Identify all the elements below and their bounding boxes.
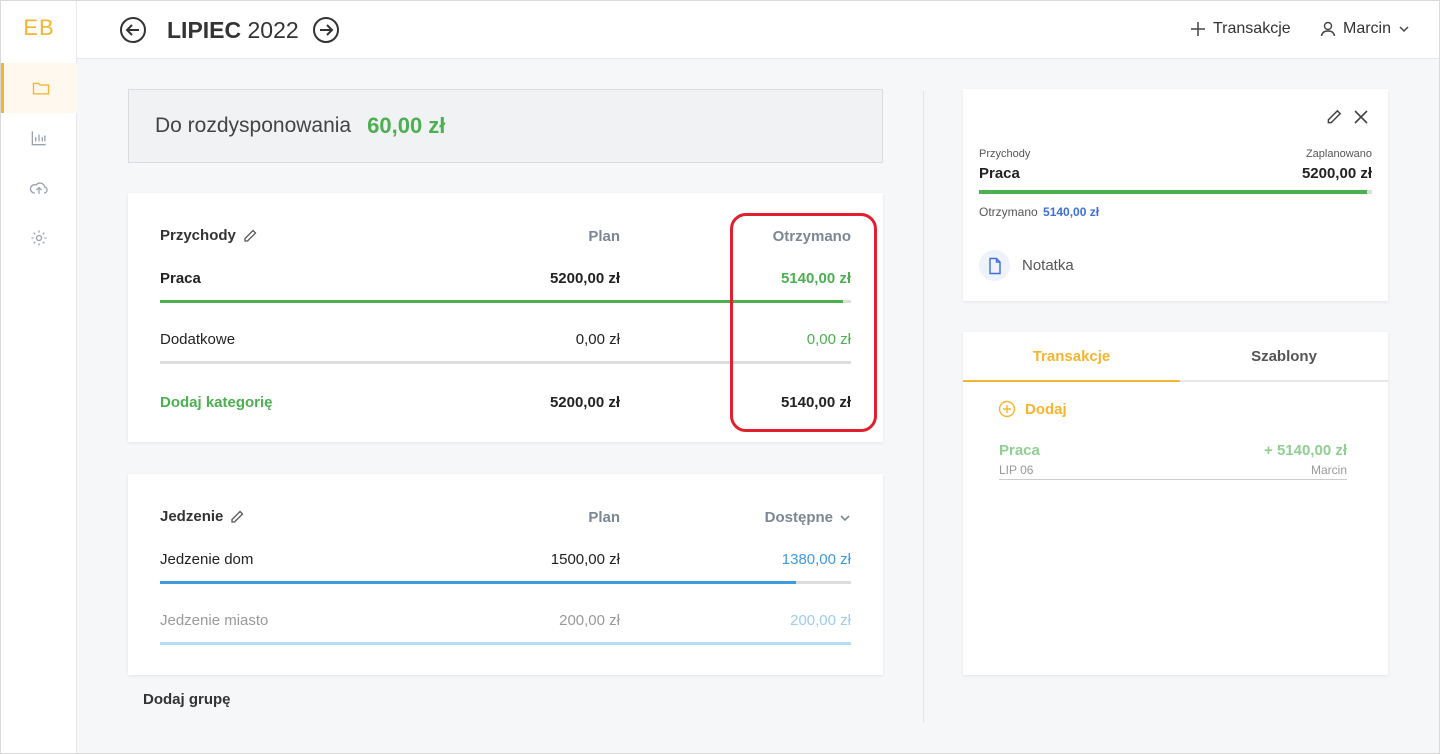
transaction-amount: + 5140,00 zł — [1264, 442, 1347, 459]
food-row-miasto-progress — [160, 642, 851, 645]
tab-transactions[interactable]: Transakcje — [963, 332, 1180, 382]
transaction-user: Marcin — [1310, 463, 1347, 477]
food-row-dom-progress — [160, 581, 851, 584]
food-row-dom-progress-fill — [160, 581, 796, 584]
note-button[interactable]: Notatka — [979, 250, 1074, 281]
plus-icon — [1191, 22, 1205, 36]
plus-circle-icon — [998, 400, 1016, 418]
food-col-plan: Plan — [588, 509, 620, 526]
chart-icon — [31, 131, 46, 146]
transactions-panel: Transakcje Szablony Dodaj Praca + 5140,0… — [963, 332, 1388, 675]
note-label: Notatka — [1022, 257, 1074, 274]
category-detail-card: Przychody Zaplanowano Praca 5200,00 zł O… — [963, 89, 1388, 301]
detail-received-value: 5140,00 zł — [1043, 205, 1100, 219]
food-row-miasto-available: 200,00 zł — [790, 612, 851, 629]
chevron-down-icon — [840, 514, 850, 521]
unallocated-summary: Do rozdysponowania 60,00 zł — [128, 89, 883, 163]
user-menu[interactable]: Marcin — [1319, 20, 1411, 38]
next-month-icon[interactable] — [312, 16, 340, 44]
month-name: LIPIEC — [167, 17, 242, 43]
food-row-dom-available: 1380,00 zł — [781, 551, 851, 568]
food-row-miasto-plan[interactable]: 200,00 zł — [520, 612, 620, 629]
user-icon — [1320, 21, 1336, 37]
income-col-plan: Plan — [588, 228, 620, 245]
close-icon[interactable] — [1352, 108, 1370, 126]
app-logo: EB — [23, 15, 55, 40]
unallocated-value: 60,00 zł — [367, 113, 446, 138]
food-row-dom-label[interactable]: Jedzenie dom — [160, 551, 253, 568]
food-row-miasto-label[interactable]: Jedzenie miasto — [160, 612, 268, 629]
add-label: Dodaj — [1025, 400, 1067, 418]
detail-progress-fill — [979, 190, 1368, 194]
cloud-upload-icon — [29, 182, 48, 194]
add-category-link[interactable]: Dodaj kategorię — [160, 394, 273, 411]
previous-month-icon[interactable] — [119, 16, 147, 44]
income-row-dodatkowe-plan[interactable]: 0,00 zł — [520, 331, 620, 348]
income-title-text: Przychody — [160, 227, 236, 244]
income-total-plan: 5200,00 zł — [549, 394, 620, 411]
sidebar-item-import[interactable] — [1, 163, 77, 213]
month-title: LIPIEC 2022 — [167, 17, 299, 44]
edit-pencil-icon[interactable] — [229, 509, 245, 525]
folder-icon — [32, 82, 49, 95]
chevron-down-icon — [1399, 26, 1409, 33]
transaction-date: LIP 06 — [999, 463, 1034, 477]
add-transaction-button[interactable]: Transakcje — [1189, 20, 1291, 38]
sidebar-item-budget[interactable] — [1, 63, 77, 113]
income-row-dodatkowe-label[interactable]: Dodatkowe — [160, 331, 235, 348]
gear-icon — [31, 230, 47, 246]
transaction-name: Praca — [999, 442, 1040, 459]
food-group-title: Jedzenie — [160, 508, 245, 525]
add-transaction-label: Transakcje — [1213, 20, 1291, 37]
unallocated-label: Do rozdysponowania — [155, 114, 352, 137]
edit-pencil-icon[interactable] — [1325, 108, 1343, 126]
document-icon — [988, 257, 1001, 274]
top-bar: LIPIEC 2022 Transakcje Marcin — [77, 1, 1439, 59]
sidebar-item-reports[interactable] — [1, 113, 77, 163]
detail-planned-label: Zaplanowano — [1305, 148, 1372, 160]
note-icon-wrap — [979, 250, 1010, 281]
detail-received: Otrzymano 5140,00 zł — [979, 205, 1099, 219]
income-row-praca-label[interactable]: Praca — [160, 270, 201, 287]
detail-group-name: Przychody — [979, 148, 1031, 160]
detail-progress — [979, 190, 1372, 194]
app-window: EB LIPIEC 2022 Transakcje Marcin Do rozd… — [0, 0, 1440, 754]
add-transaction-inline-button[interactable]: Dodaj — [998, 400, 1067, 418]
food-col-available-dropdown[interactable]: Dostępne — [720, 509, 851, 526]
sidebar: EB — [1, 1, 77, 753]
detail-category-name: Praca — [979, 165, 1020, 182]
income-row-praca-plan[interactable]: 5200,00 zł — [520, 270, 620, 287]
highlight-annotation — [730, 213, 877, 432]
food-row-dom-plan[interactable]: 1500,00 zł — [520, 551, 620, 568]
detail-received-label: Otrzymano — [979, 205, 1038, 219]
month-year: 2022 — [247, 17, 299, 43]
food-title-text: Jedzenie — [160, 508, 224, 525]
food-group-card: Jedzenie Plan Dostępne Jedzenie dom 1500… — [128, 474, 883, 675]
food-row-miasto-progress-fill — [160, 642, 851, 645]
add-group-link[interactable]: Dodaj grupę — [143, 691, 231, 708]
sidebar-item-settings[interactable] — [1, 213, 77, 263]
income-group-title: Przychody — [160, 227, 258, 244]
transaction-list-item[interactable]: Praca + 5140,00 zł LIP 06 Marcin — [999, 441, 1347, 480]
column-divider — [923, 91, 924, 723]
detail-planned-value: 5200,00 zł — [1301, 165, 1372, 182]
user-name: Marcin — [1343, 20, 1392, 37]
tab-templates[interactable]: Szablony — [1180, 332, 1388, 382]
food-col-available-label: Dostępne — [764, 509, 833, 526]
edit-pencil-icon[interactable] — [242, 228, 258, 244]
